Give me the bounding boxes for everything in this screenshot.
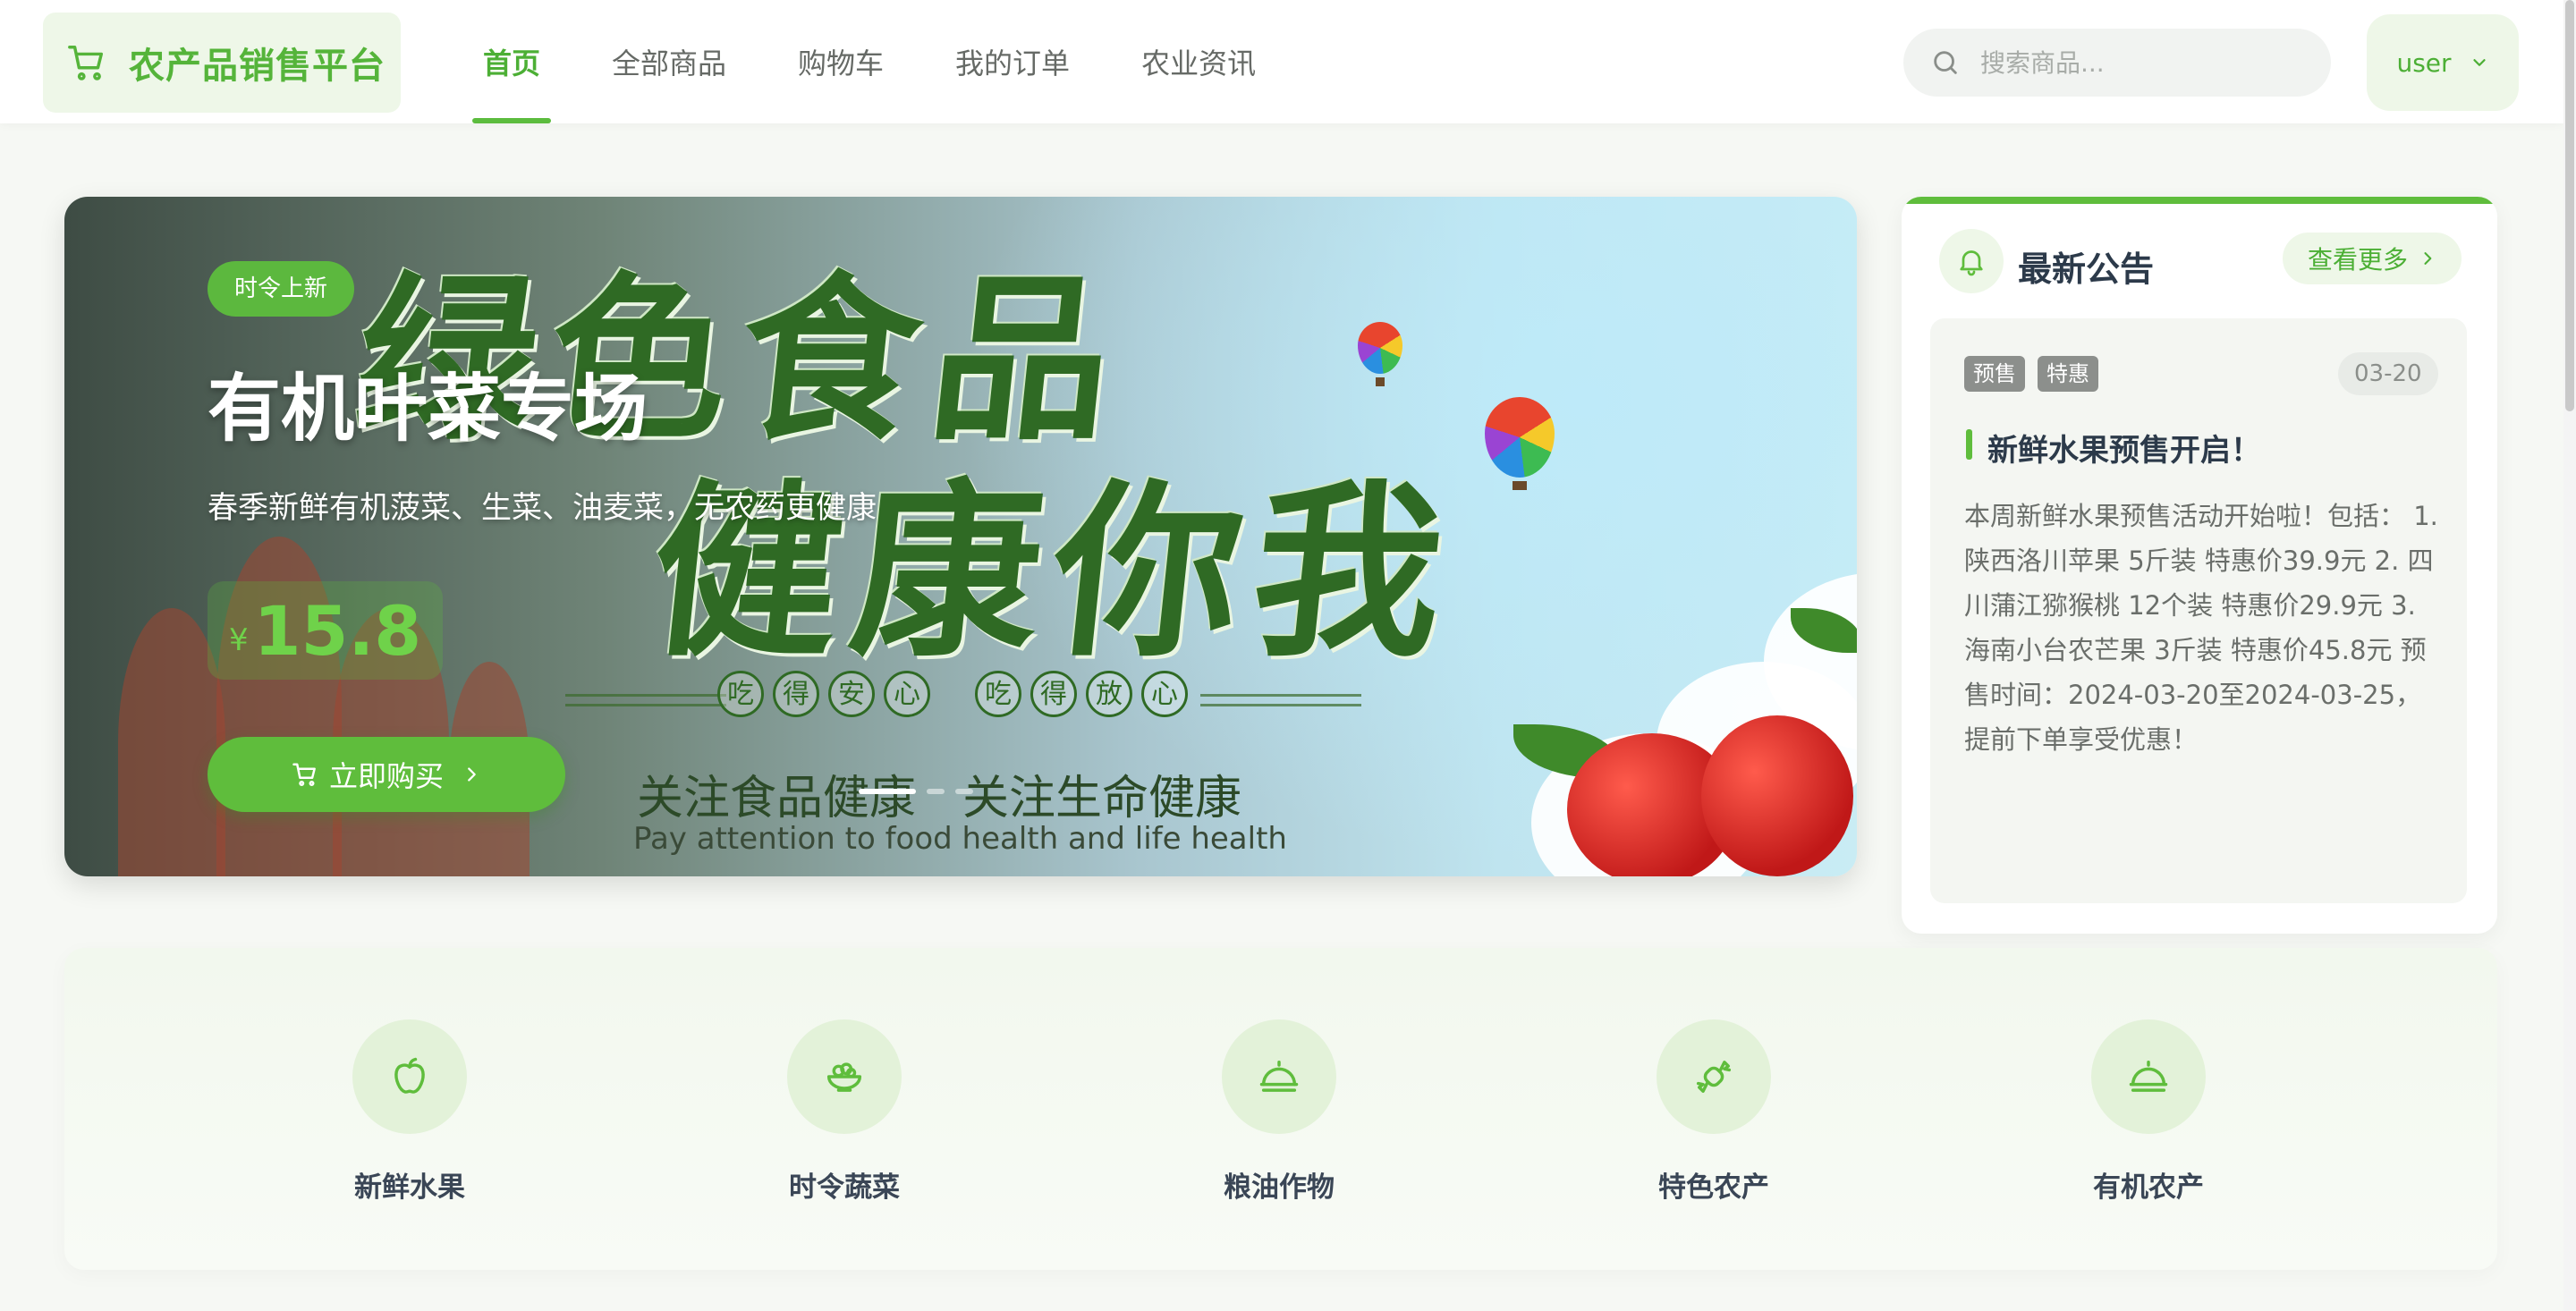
- banner-tag: 时令上新: [208, 261, 355, 317]
- category-organic[interactable]: 有机农产: [2059, 1019, 2238, 1205]
- carousel-dot[interactable]: [927, 789, 945, 794]
- dish-icon: [2129, 1061, 2168, 1092]
- badge-discount: 特惠: [2038, 356, 2098, 392]
- category-icon-circle: [1657, 1019, 1771, 1134]
- banner-price: ¥ 15.8: [208, 581, 444, 680]
- user-menu[interactable]: user: [2367, 14, 2519, 111]
- announcement-badges: 预售 特惠: [1964, 356, 2098, 392]
- motto-gap: [939, 671, 966, 717]
- chevron-down-icon: [2472, 59, 2486, 66]
- banner-wave-right: [1200, 694, 1361, 706]
- banner-bg-headline-2: 健康你我: [641, 463, 1466, 682]
- category-label: 粮油作物: [1224, 1171, 1335, 1204]
- brand-logo[interactable]: 农产品销售平台: [43, 13, 401, 113]
- announcement-content: 本周新鲜水果预售活动开始啦！包括： 1. 陕西洛川苹果 5斤装 特惠价39.9元…: [1964, 501, 2438, 755]
- chevron-right-icon: [2424, 252, 2432, 265]
- carousel-dot[interactable]: [955, 789, 973, 794]
- red-pepper-graphic: [1701, 715, 1853, 876]
- price-currency: ¥: [229, 622, 249, 658]
- brand-name: 农产品销售平台: [129, 46, 386, 87]
- category-label: 有机农产: [2093, 1171, 2204, 1204]
- category-grain-oil[interactable]: 粮油作物: [1190, 1019, 1368, 1205]
- search-input[interactable]: [1980, 47, 2311, 78]
- category-label: 特色农产: [1658, 1171, 1769, 1204]
- view-more-button[interactable]: 查看更多: [2283, 233, 2462, 284]
- banner-title: 有机叶菜专场: [208, 367, 648, 452]
- category-icon-circle: [2091, 1019, 2206, 1134]
- chevron-right-icon: [468, 767, 476, 782]
- motto-char: 心: [1141, 671, 1188, 717]
- nav-all-products[interactable]: 全部商品: [612, 0, 726, 123]
- page-scrollbar[interactable]: [2563, 0, 2576, 1311]
- card-accent-bar: [1902, 197, 2497, 204]
- motto-char: 得: [1030, 671, 1077, 717]
- category-specialty[interactable]: 特色农产: [1624, 1019, 1803, 1205]
- top-header: 农产品销售平台 首页 全部商品 购物车 我的订单 农业资讯 user: [0, 0, 2563, 123]
- motto-char: 吃: [717, 671, 764, 717]
- candy-icon: [1696, 1061, 1732, 1093]
- category-label: 时令蔬菜: [789, 1171, 900, 1204]
- banner-motto: 吃 得 安 心 吃 得 放 心: [717, 671, 1188, 717]
- category-icon-circle: [787, 1019, 902, 1134]
- category-icon-circle: [352, 1019, 467, 1134]
- nav-my-orders[interactable]: 我的订单: [955, 0, 1070, 123]
- apple-icon: [394, 1057, 425, 1094]
- carousel-dot[interactable]: [859, 789, 916, 794]
- bell-icon: [1960, 250, 1983, 276]
- dish-icon: [1259, 1061, 1299, 1092]
- search-box[interactable]: [1903, 29, 2331, 97]
- announcement-item-title: 新鲜水果预售开启！: [1966, 426, 2261, 469]
- nav-cart[interactable]: 购物车: [798, 0, 884, 123]
- banner-subtitle: 春季新鲜有机菠菜、生菜、油麦菜，无农药更健康: [208, 490, 877, 526]
- category-fresh-fruit[interactable]: 新鲜水果: [320, 1019, 499, 1205]
- motto-char: 安: [828, 671, 875, 717]
- category-label: 新鲜水果: [354, 1171, 465, 1204]
- motto-char: 心: [884, 671, 930, 717]
- scrollbar-thumb[interactable]: [2565, 0, 2574, 411]
- search-icon: [1934, 51, 1957, 74]
- shopping-cart-icon: [292, 763, 316, 787]
- buy-now-label: 立即购买: [328, 759, 444, 793]
- bowl-icon: [826, 1062, 862, 1092]
- bell-icon-wrap: [1939, 229, 2004, 293]
- announcement-item[interactable]: 预售 特惠 03-20 新鲜水果预售开启！ 本周新鲜水果预售活动开始啦！包括： …: [1930, 318, 2467, 903]
- category-seasonal-vegetables[interactable]: 时令蔬菜: [755, 1019, 934, 1205]
- carousel-indicators: [859, 789, 973, 794]
- category-icon-circle: [1222, 1019, 1336, 1134]
- banner-slogan-english: Pay attention to food health and life he…: [633, 821, 1287, 857]
- price-value: 15.8: [253, 590, 422, 671]
- motto-char: 放: [1086, 671, 1132, 717]
- announcement-card: 最新公告 查看更多 预售 特惠 03-20 新鲜水果预售开启！ 本周新鲜水果预售…: [1902, 197, 2497, 934]
- motto-char: 吃: [975, 671, 1021, 717]
- announcement-title: 最新公告: [2018, 250, 2155, 289]
- nav-agri-news[interactable]: 农业资讯: [1141, 0, 1256, 123]
- shopping-cart-icon: [68, 46, 104, 80]
- user-name: user: [2396, 47, 2452, 78]
- badge-presale: 预售: [1964, 356, 2025, 392]
- main-nav: 首页 全部商品 购物车 我的订单 农业资讯: [471, 0, 1327, 123]
- motto-char: 得: [773, 671, 819, 717]
- view-more-label: 查看更多: [2307, 245, 2408, 275]
- announcement-date: 03-20: [2338, 352, 2438, 395]
- banner-wave-left: [565, 694, 726, 706]
- buy-now-button[interactable]: 立即购买: [208, 737, 565, 812]
- hero-carousel[interactable]: 绿色食品 健康你我 吃 得 安 心 吃 得 放 心 关注食品健康 关注生命健康 …: [64, 197, 1857, 876]
- nav-home[interactable]: 首页: [471, 0, 552, 123]
- category-section: 新鲜水果 时令蔬菜 粮油作物 特色农产 有机农产: [64, 948, 2497, 1270]
